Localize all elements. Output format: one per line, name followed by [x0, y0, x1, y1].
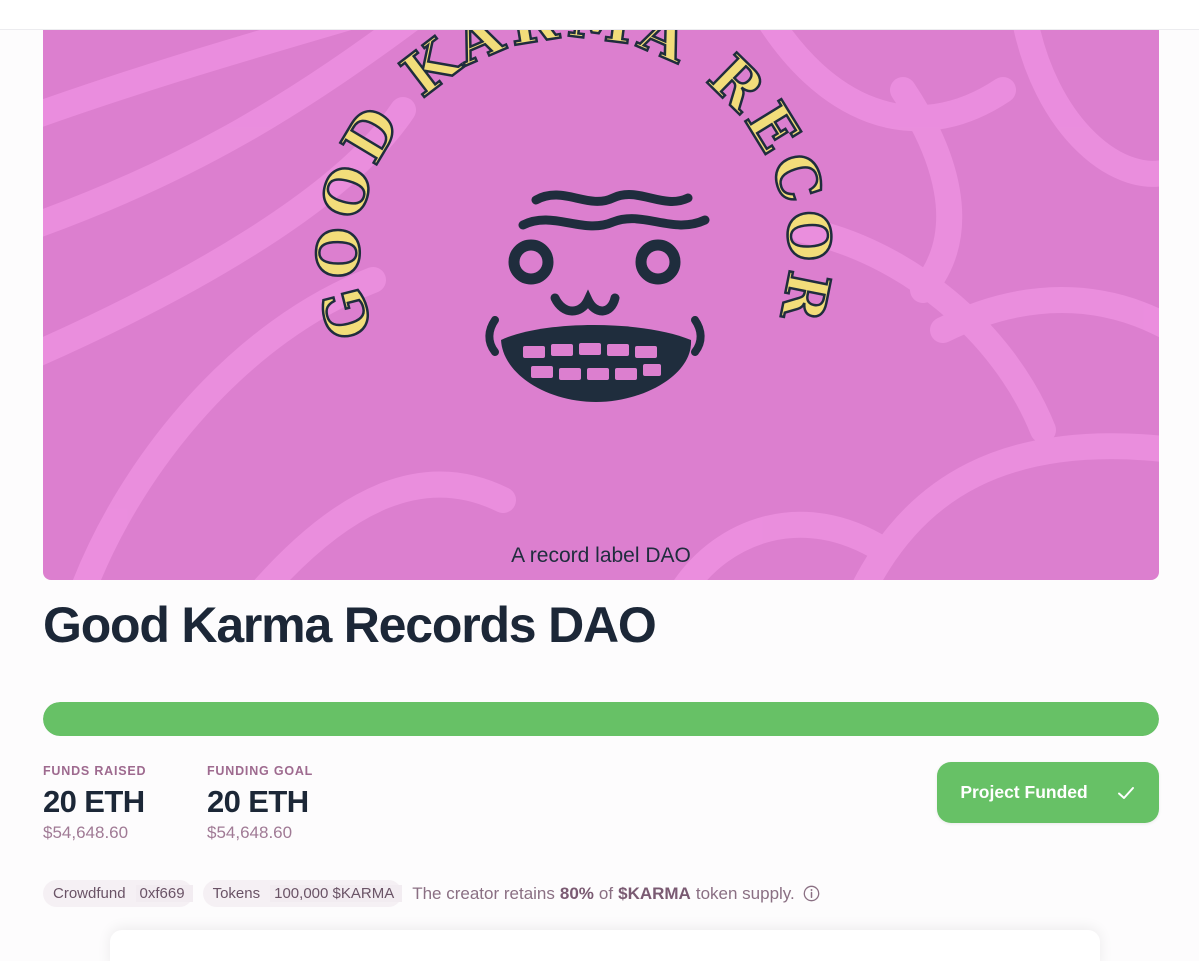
crowdfund-pill[interactable]: Crowdfund 0xf669 — [43, 880, 193, 907]
note-of: of — [598, 883, 614, 903]
note-token: $KARMA — [618, 883, 691, 903]
funding-progress-bar — [43, 702, 1159, 736]
funds-raised-value: 20 ETH — [43, 784, 145, 819]
creator-retention-note: The creator retains 80% of $KARMA token … — [412, 884, 820, 904]
funds-raised-usd: $54,648.60 — [43, 823, 129, 842]
project-meta-row: Crowdfund 0xf669 Tokens 100,000 $KARMA T… — [43, 880, 820, 907]
tokens-pill[interactable]: Tokens 100,000 $KARMA — [202, 880, 403, 907]
top-bar — [0, 0, 1199, 30]
funds-raised-stat: FUNDS RAISED 20 ETH $54,648.60 — [43, 764, 146, 843]
banner-subtitle: A record label DAO — [511, 544, 691, 567]
project-funded-button[interactable]: Project Funded — [937, 762, 1159, 823]
info-icon[interactable] — [803, 885, 820, 902]
project-title: Good Karma Records DAO — [43, 597, 657, 653]
tokens-value: 100,000 $KARMA — [270, 885, 403, 902]
check-icon — [1116, 783, 1136, 803]
crowdfund-address-link[interactable]: 0xf669 — [135, 885, 193, 902]
funding-goal-usd: $54,648.60 — [207, 823, 293, 842]
content-card-edge — [110, 930, 1100, 961]
funding-goal-stat: FUNDING GOAL 20 ETH $54,648.60 — [207, 764, 313, 843]
note-suffix: token supply. — [695, 883, 795, 903]
crowdfund-label: Crowdfund — [53, 885, 126, 902]
funding-progress-fill — [43, 702, 1159, 736]
tokens-label: Tokens — [212, 885, 261, 902]
note-prefix: The creator retains — [412, 883, 555, 903]
project-banner-image: GOOD KARMA RECORDS — [43, 30, 1159, 580]
funding-goal-label: FUNDING GOAL — [207, 764, 314, 778]
project-funded-label: Project Funded — [960, 782, 1088, 802]
funding-goal-value: 20 ETH — [207, 784, 309, 819]
note-percent: 80% — [559, 883, 594, 903]
funds-raised-label: FUNDS RAISED — [43, 764, 147, 778]
